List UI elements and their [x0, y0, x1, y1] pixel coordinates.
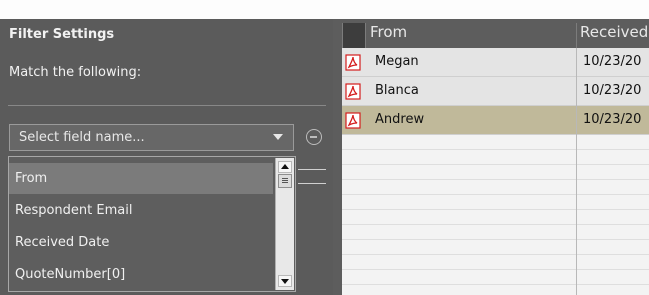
panel-line [298, 183, 326, 184]
dropdown-option-respondent-email[interactable]: Respondent Email [9, 195, 273, 226]
remove-filter-button[interactable] [306, 129, 322, 145]
field-name-select[interactable]: Select field name... [9, 124, 294, 151]
table-row[interactable]: Megan 10/23/20 [342, 48, 649, 77]
dropdown-arrow-icon[interactable] [273, 134, 283, 140]
match-following-label: Match the following: [9, 65, 142, 80]
row-from: Megan [375, 54, 419, 69]
pdf-icon [345, 54, 361, 71]
panel-divider [8, 105, 326, 106]
column-separator [576, 23, 577, 48]
panel-line [298, 169, 326, 170]
column-header-received[interactable]: Received [580, 23, 648, 41]
screenshot-frame: Filter Settings Match the following: Sel… [0, 0, 649, 295]
pdf-icon [345, 112, 361, 129]
row-received: 10/23/20 [583, 54, 642, 69]
row-from: Andrew [375, 112, 425, 127]
table-left-edge [333, 48, 342, 295]
empty-table-rows [342, 135, 649, 295]
table-row[interactable]: Blanca 10/23/20 [342, 77, 649, 106]
scroll-up-button[interactable] [278, 161, 292, 173]
column-header-from[interactable]: From [370, 23, 407, 41]
scroll-down-button[interactable] [278, 275, 292, 287]
column-grid-line [576, 48, 577, 295]
dropdown-scrollbar[interactable] [275, 158, 294, 290]
scroll-thumb[interactable] [278, 174, 292, 188]
filter-settings-title: Filter Settings [9, 27, 115, 42]
row-received: 10/23/20 [583, 83, 642, 98]
header-icon-column[interactable] [342, 23, 366, 48]
table-row-selected[interactable]: Andrew 10/23/20 [342, 106, 649, 135]
row-from: Blanca [375, 83, 419, 98]
dropdown-option-from[interactable]: From [9, 163, 273, 194]
field-name-dropdown-list: From Respondent Email Received Date Quot… [8, 156, 296, 292]
table-header: From Received [333, 19, 649, 48]
row-received: 10/23/20 [583, 112, 642, 127]
responses-table: From Received Megan 10/23/20 Blanca 10/2… [333, 19, 649, 295]
dropdown-option-quotenumber[interactable]: QuoteNumber[0] [9, 259, 273, 290]
pdf-icon [345, 83, 361, 100]
filter-settings-panel: Filter Settings Match the following: Sel… [0, 19, 333, 295]
dropdown-option-received-date[interactable]: Received Date [9, 227, 273, 258]
